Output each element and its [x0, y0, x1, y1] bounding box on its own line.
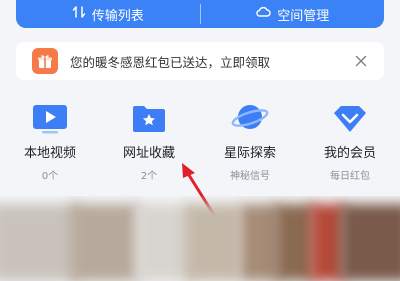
space-management-tab[interactable]: 空间管理 [201, 0, 385, 28]
star-explore-tile[interactable]: 星际探索 神秘信号 [204, 88, 296, 182]
space-management-label: 空间管理 [277, 8, 330, 24]
planet-icon [204, 94, 296, 134]
tile-subtext: 2个 [140, 171, 158, 182]
tile-label: 星际探索 [223, 146, 276, 161]
blurred-content-area [0, 196, 400, 281]
feature-grid: 本地视频 0个 网址收藏 2个 星际探索 神秘信号 我的会员 每日红包 [0, 88, 400, 188]
tile-subtext: 神秘信号 [230, 171, 270, 182]
cloud-icon [255, 5, 271, 23]
diamond-icon [304, 94, 396, 134]
tile-subtext: 0个 [41, 171, 59, 182]
red-packet-notice[interactable]: 您的暖冬感恩红包已送达，立即领取 [16, 42, 384, 80]
local-video-tile[interactable]: 本地视频 0个 [4, 88, 96, 182]
tile-subtext: 每日红包 [330, 171, 370, 182]
transfer-icon [72, 5, 86, 23]
transfer-list-label: 传输列表 [91, 8, 144, 24]
transfer-list-tab[interactable]: 传输列表 [16, 0, 200, 28]
video-folder-icon [4, 94, 96, 134]
gift-icon [32, 48, 58, 74]
bookmark-tile[interactable]: 网址收藏 2个 [103, 88, 195, 182]
notice-text: 您的暖冬感恩红包已送达，立即领取 [70, 54, 271, 70]
tile-label: 网址收藏 [122, 146, 175, 161]
top-tab-bar: 传输列表 空间管理 [16, 0, 384, 28]
close-icon[interactable] [352, 52, 370, 70]
tile-label: 本地视频 [23, 146, 76, 161]
tile-label: 我的会员 [323, 146, 376, 161]
membership-tile[interactable]: 我的会员 每日红包 [304, 88, 396, 182]
star-folder-icon [103, 94, 195, 134]
